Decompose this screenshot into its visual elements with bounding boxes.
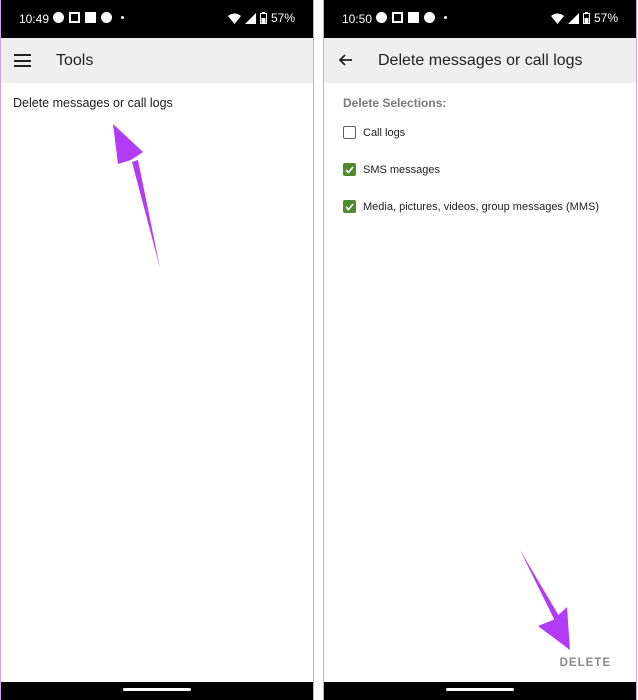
app-bar: Tools — [1, 38, 313, 83]
square-app-icon — [85, 12, 96, 23]
signal-icon — [244, 12, 256, 24]
more-notifications-dot-icon — [444, 16, 447, 19]
media-messages-option[interactable]: Media, pictures, videos, group messages … — [343, 200, 599, 213]
status-bar: 10:49 57% — [1, 0, 313, 38]
delete-button[interactable]: DELETE — [560, 657, 611, 669]
battery-percent: 57% — [593, 11, 618, 25]
home-handle[interactable] — [123, 688, 191, 691]
battery-icon — [259, 12, 267, 24]
more-notifications-dot-icon — [121, 16, 124, 19]
back-arrow-icon[interactable] — [337, 52, 353, 68]
screenshot-icon — [392, 12, 403, 23]
hamburger-menu-icon[interactable] — [14, 54, 31, 67]
call-logs-option[interactable]: Call logs — [343, 126, 405, 139]
checkmark-icon — [345, 165, 354, 174]
option-label: Media, pictures, videos, group messages … — [363, 200, 599, 213]
tools-screen: 10:49 57% Tools Delete messages or call … — [0, 0, 314, 700]
status-bar: 10:50 57% — [324, 0, 636, 38]
delete-screen: 10:50 57% Delete messages or call logs D… — [323, 0, 637, 700]
page-title: Tools — [56, 52, 94, 69]
signal-icon — [567, 12, 579, 24]
call-logs-checkbox[interactable] — [343, 126, 356, 139]
media-messages-checkbox[interactable] — [343, 200, 356, 213]
delete-messages-item[interactable]: Delete messages or call logs — [13, 96, 173, 110]
play-icon — [424, 12, 435, 23]
screenshot-icon — [69, 12, 80, 23]
wifi-icon — [550, 13, 564, 24]
option-label: SMS messages — [363, 163, 441, 176]
system-nav-bar — [1, 682, 313, 700]
page-title: Delete messages or call logs — [378, 52, 583, 69]
option-label: Call logs — [363, 126, 406, 139]
play-icon — [101, 12, 112, 23]
home-handle[interactable] — [446, 688, 514, 691]
sms-messages-option[interactable]: SMS messages — [343, 163, 440, 176]
whatsapp-icon — [53, 12, 64, 23]
app-bar: Delete messages or call logs — [324, 38, 636, 83]
status-time: 10:50 — [342, 12, 373, 26]
checkmark-icon — [345, 202, 354, 211]
status-time: 10:49 — [19, 12, 50, 26]
section-title: Delete Selections: — [343, 96, 447, 110]
sms-messages-checkbox[interactable] — [343, 163, 356, 176]
system-nav-bar — [324, 682, 636, 700]
whatsapp-icon — [376, 12, 387, 23]
wifi-icon — [227, 13, 241, 24]
square-app-icon — [408, 12, 419, 23]
battery-icon — [582, 12, 590, 24]
battery-percent: 57% — [270, 11, 295, 25]
